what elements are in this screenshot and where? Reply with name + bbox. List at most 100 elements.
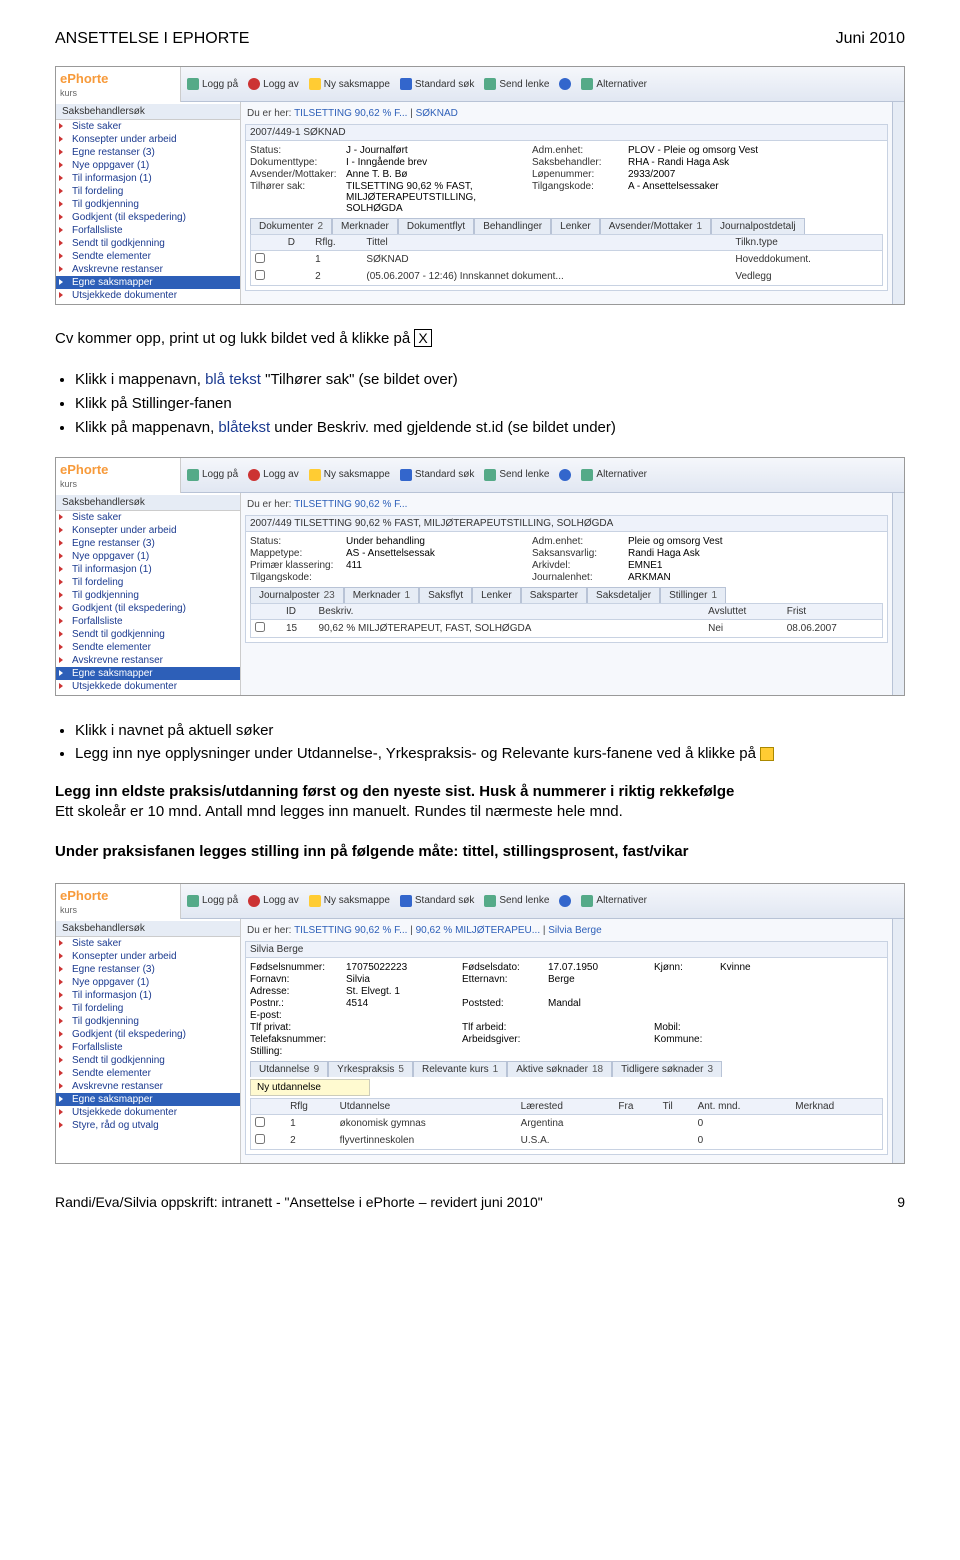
sidebar-item[interactable]: Siste saker xyxy=(56,120,240,133)
sidebar-item[interactable]: Egne restanser (3) xyxy=(56,537,240,550)
sidebar-item[interactable]: Godkjent (til ekspedering) xyxy=(56,211,240,224)
standard-sok-button[interactable]: Standard søk xyxy=(400,895,474,907)
table-row[interactable]: 2(05.06.2007 - 12:46) Innskannet dokumen… xyxy=(251,268,883,286)
tab[interactable]: Lenker xyxy=(472,587,521,603)
sidebar-item[interactable]: Forfallsliste xyxy=(56,1041,240,1054)
sidebar-item[interactable]: Forfallsliste xyxy=(56,615,240,628)
row-checkbox[interactable] xyxy=(255,622,265,632)
tab[interactable]: Saksdetaljer xyxy=(587,587,660,603)
sidebar-item[interactable]: Avskrevne restanser xyxy=(56,263,240,276)
row-checkbox[interactable] xyxy=(255,253,265,263)
alternativer-button[interactable]: Alternativer xyxy=(581,469,647,481)
crumb-link[interactable]: SØKNAD xyxy=(416,108,458,119)
table-row[interactable]: 1økonomisk gymnasArgentina0 xyxy=(251,1114,883,1132)
send-lenke-button[interactable]: Send lenke xyxy=(484,78,549,90)
scrollbar[interactable] xyxy=(892,919,904,1163)
help-button[interactable] xyxy=(559,78,571,90)
sidebar-item[interactable]: Konsepter under arbeid xyxy=(56,524,240,537)
sidebar-item[interactable]: Nye oppgaver (1) xyxy=(56,976,240,989)
ny-saksmappe-button[interactable]: Ny saksmappe xyxy=(309,78,390,90)
tab[interactable]: Relevante kurs xyxy=(413,1061,507,1077)
tab[interactable]: Stillinger xyxy=(660,587,726,603)
sidebar-item[interactable]: Egne restanser (3) xyxy=(56,963,240,976)
logg-av-button[interactable]: Logg av xyxy=(248,895,299,907)
send-lenke-button[interactable]: Send lenke xyxy=(484,895,549,907)
sidebar-item[interactable]: Forfallsliste xyxy=(56,224,240,237)
tab[interactable]: Avsender/Mottaker xyxy=(600,218,711,234)
tab[interactable]: Aktive søknader xyxy=(507,1061,612,1077)
tab[interactable]: Merknader xyxy=(344,587,419,603)
standard-sok-button[interactable]: Standard søk xyxy=(400,469,474,481)
sidebar-item[interactable]: Til informasjon (1) xyxy=(56,563,240,576)
tab[interactable]: Yrkespraksis xyxy=(328,1061,413,1077)
send-lenke-button[interactable]: Send lenke xyxy=(484,469,549,481)
sidebar-item[interactable]: Til fordeling xyxy=(56,576,240,589)
sidebar-item[interactable]: Godkjent (til ekspedering) xyxy=(56,602,240,615)
help-button[interactable] xyxy=(559,469,571,481)
sidebar-item[interactable]: Avskrevne restanser xyxy=(56,654,240,667)
scrollbar[interactable] xyxy=(892,102,904,304)
sidebar-item[interactable]: Utsjekkede dokumenter xyxy=(56,680,240,693)
sidebar-item[interactable]: Til fordeling xyxy=(56,185,240,198)
tab[interactable]: Saksflyt xyxy=(419,587,472,603)
tab[interactable]: Journalpostdetalj xyxy=(711,218,805,234)
tab[interactable]: Behandlinger xyxy=(474,218,551,234)
row-checkbox[interactable] xyxy=(255,1117,265,1127)
scrollbar[interactable] xyxy=(892,493,904,695)
sidebar-item[interactable]: Sendt til godkjenning xyxy=(56,237,240,250)
help-button[interactable] xyxy=(559,895,571,907)
alternativer-button[interactable]: Alternativer xyxy=(581,78,647,90)
logg-pa-button[interactable]: Logg på xyxy=(187,78,238,90)
ny-saksmappe-button[interactable]: Ny saksmappe xyxy=(309,895,390,907)
tab[interactable]: Lenker xyxy=(551,218,600,234)
sidebar-item[interactable]: Sendte elementer xyxy=(56,1067,240,1080)
logg-av-button[interactable]: Logg av xyxy=(248,469,299,481)
sidebar-item[interactable]: Siste saker xyxy=(56,511,240,524)
bullet-list-1: Klikk i mappenavn, blå tekst "Tilhører s… xyxy=(75,369,905,438)
sidebar-item[interactable]: Sendte elementer xyxy=(56,641,240,654)
sidebar-item[interactable]: Til godkjenning xyxy=(56,198,240,211)
logg-pa-button[interactable]: Logg på xyxy=(187,895,238,907)
sidebar-item[interactable]: Til godkjenning xyxy=(56,589,240,602)
row-checkbox[interactable] xyxy=(255,1134,265,1144)
alternativer-button[interactable]: Alternativer xyxy=(581,895,647,907)
tab[interactable]: Utdannelse xyxy=(250,1061,328,1077)
sidebar-item[interactable]: Godkjent (til ekspedering) xyxy=(56,1028,240,1041)
sidebar-item[interactable]: Utsjekkede dokumenter xyxy=(56,289,240,302)
sidebar-item[interactable]: Nye oppgaver (1) xyxy=(56,550,240,563)
crumb-link[interactable]: TILSETTING 90,62 % F... xyxy=(294,108,407,119)
crumb-link[interactable]: TILSETTING 90,62 % F... xyxy=(294,499,407,510)
sidebar-item[interactable]: Nye oppgaver (1) xyxy=(56,159,240,172)
sidebar-item[interactable]: Styre, råd og utvalg xyxy=(56,1119,240,1132)
sidebar-item[interactable]: Sendt til godkjenning xyxy=(56,1054,240,1067)
sidebar-item[interactable]: Til informasjon (1) xyxy=(56,989,240,1002)
sidebar-item[interactable]: Egne saksmapper xyxy=(56,1093,240,1106)
logg-av-button[interactable]: Logg av xyxy=(248,78,299,90)
logg-pa-button[interactable]: Logg på xyxy=(187,469,238,481)
tab[interactable]: Dokumenter xyxy=(250,218,332,234)
tab[interactable]: Journalposter xyxy=(250,587,344,603)
sidebar-item[interactable]: Konsepter under arbeid xyxy=(56,950,240,963)
table-row[interactable]: 1SØKNADHoveddokument. xyxy=(251,251,883,269)
tab[interactable]: Saksparter xyxy=(521,587,587,603)
sidebar-item[interactable]: Sendt til godkjenning xyxy=(56,628,240,641)
sidebar-item[interactable]: Til informasjon (1) xyxy=(56,172,240,185)
ny-saksmappe-button[interactable]: Ny saksmappe xyxy=(309,469,390,481)
sidebar-item[interactable]: Sendte elementer xyxy=(56,250,240,263)
sidebar-item[interactable]: Siste saker xyxy=(56,937,240,950)
sidebar-item[interactable]: Til godkjenning xyxy=(56,1015,240,1028)
sidebar-item[interactable]: Konsepter under arbeid xyxy=(56,133,240,146)
sidebar-item[interactable]: Utsjekkede dokumenter xyxy=(56,1106,240,1119)
sidebar-item[interactable]: Egne restanser (3) xyxy=(56,146,240,159)
standard-sok-button[interactable]: Standard søk xyxy=(400,78,474,90)
tab[interactable]: Dokumentflyt xyxy=(398,218,474,234)
sidebar-item[interactable]: Avskrevne restanser xyxy=(56,1080,240,1093)
sidebar-item[interactable]: Egne saksmapper xyxy=(56,667,240,680)
table-row[interactable]: 2flyvertinneskolenU.S.A.0 xyxy=(251,1132,883,1150)
sidebar-item[interactable]: Egne saksmapper xyxy=(56,276,240,289)
row-checkbox[interactable] xyxy=(255,270,265,280)
tab[interactable]: Tidligere søknader xyxy=(612,1061,722,1077)
table-row[interactable]: 1590,62 % MILJØTERAPEUT, FAST, SOLHØGDAN… xyxy=(251,619,883,637)
tab[interactable]: Merknader xyxy=(332,218,398,234)
sidebar-item[interactable]: Til fordeling xyxy=(56,1002,240,1015)
